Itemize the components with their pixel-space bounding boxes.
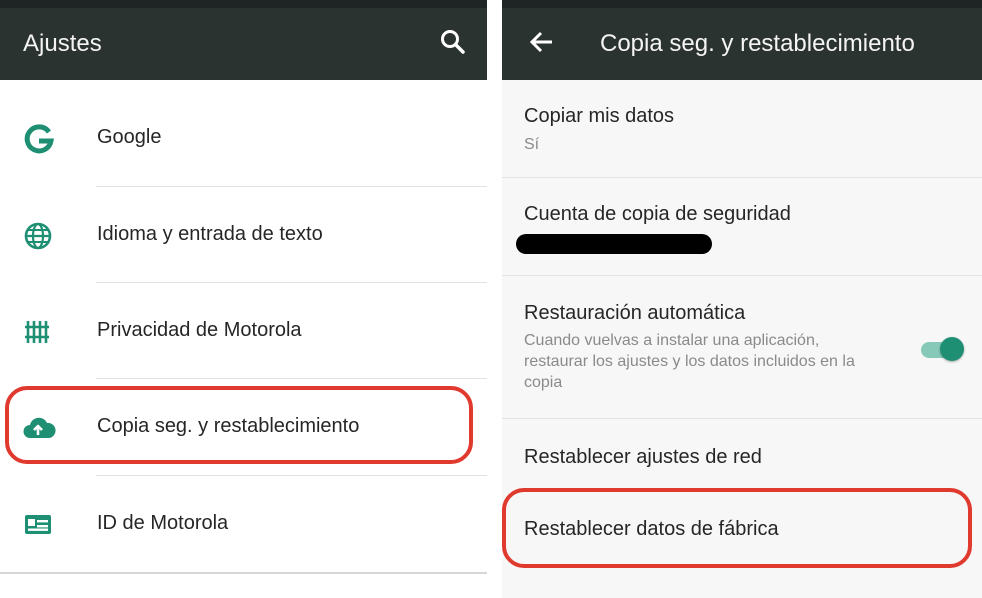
settings-item-backup-reset[interactable]: Copia seg. y restablecimiento xyxy=(0,379,487,475)
item-title: Copiar mis datos xyxy=(524,105,675,127)
settings-item-google[interactable]: Google xyxy=(0,90,487,186)
settings-screen: Ajustes Google Idioma y entrada de texto… xyxy=(0,0,487,598)
backup-reset-screen: Copia seg. y restablecimiento Copiar mis… xyxy=(502,0,982,598)
item-title: Restauración automática xyxy=(524,302,746,324)
google-icon xyxy=(22,124,56,154)
factory-reset-item[interactable]: Restablecer datos de fábrica xyxy=(502,490,982,570)
app-bar: Copia seg. y restablecimiento xyxy=(502,0,982,80)
back-arrow-icon[interactable] xyxy=(528,28,556,56)
toggle-thumb xyxy=(940,337,964,361)
settings-item-label: Copia seg. y restablecimiento xyxy=(97,415,360,437)
reset-network-item[interactable]: Restablecer ajustes de red xyxy=(502,419,982,489)
backup-account-item[interactable]: Cuenta de copia de seguridad xyxy=(502,178,982,275)
divider xyxy=(0,572,487,574)
item-title: Cuenta de copia de seguridad xyxy=(524,203,791,225)
auto-restore-toggle[interactable] xyxy=(917,336,965,362)
status-bar xyxy=(502,0,982,8)
redacted-account xyxy=(516,234,712,254)
copy-my-data-item[interactable]: Copiar mis datos Sí xyxy=(502,80,982,177)
settings-item-label: Idioma y entrada de texto xyxy=(97,223,323,245)
privacy-grid-icon xyxy=(22,317,56,347)
item-title: Restablecer datos de fábrica xyxy=(524,518,779,540)
settings-item-label: ID de Motorola xyxy=(97,512,229,534)
settings-item-label: Google xyxy=(97,126,162,148)
settings-item-language[interactable]: Idioma y entrada de texto xyxy=(0,187,487,283)
panel-gap xyxy=(487,0,502,598)
auto-restore-item[interactable]: Restauración automática Cuando vuelvas a… xyxy=(502,276,982,418)
page-title: Copia seg. y restablecimiento xyxy=(600,30,915,57)
search-icon[interactable] xyxy=(439,28,467,56)
app-bar: Ajustes xyxy=(0,0,487,80)
item-summary: Cuando vuelvas a instalar una aplicación… xyxy=(524,332,855,391)
status-bar xyxy=(0,0,487,8)
settings-item-privacy[interactable]: Privacidad de Motorola xyxy=(0,283,487,379)
page-title: Ajustes xyxy=(23,30,102,57)
id-card-icon xyxy=(22,510,56,540)
item-title: Restablecer ajustes de red xyxy=(524,446,762,468)
globe-icon xyxy=(22,221,56,251)
cloud-upload-icon xyxy=(22,413,56,443)
settings-item-motorola-id[interactable]: ID de Motorola xyxy=(0,476,487,572)
item-summary: Sí xyxy=(524,136,540,153)
settings-item-label: Privacidad de Motorola xyxy=(97,319,302,341)
